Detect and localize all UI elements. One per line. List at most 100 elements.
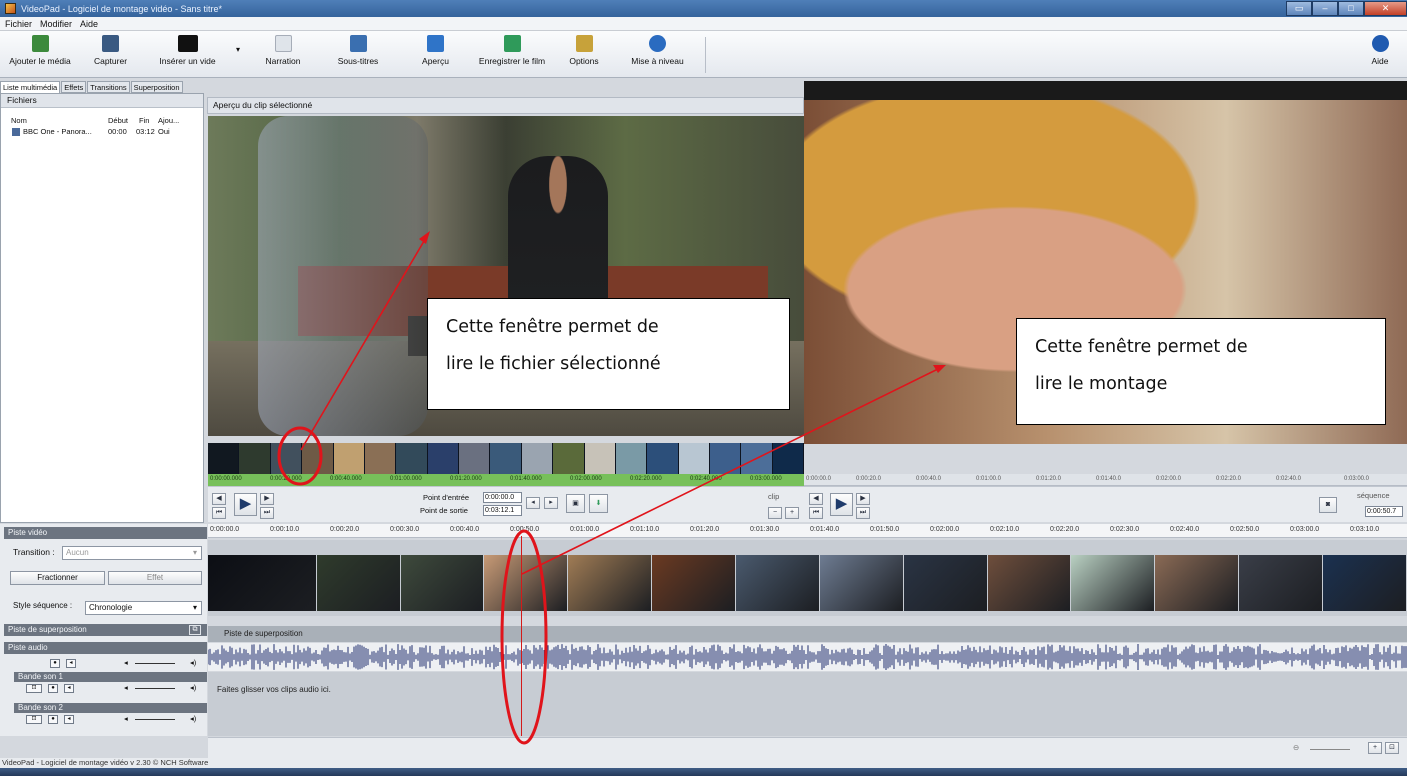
mute-icon[interactable]: ● (48, 715, 58, 724)
video-clip[interactable] (652, 555, 736, 611)
filmstrip-thumbnail[interactable] (302, 443, 333, 474)
clip-play-button[interactable]: ▶ (234, 493, 257, 516)
insert-blank-button[interactable]: Insérer un vide (150, 35, 225, 75)
record-icon[interactable]: ⊡ (26, 715, 42, 724)
speaker-icon[interactable]: ◂ (64, 684, 74, 693)
split-button[interactable]: Fractionner (10, 571, 105, 585)
restore-icon[interactable]: ▭ (1286, 1, 1312, 16)
help-button[interactable]: Aide (1365, 35, 1395, 75)
video-clip[interactable] (400, 555, 484, 611)
add-overlay-icon[interactable]: ⧉ (189, 625, 201, 635)
insert-blank-dropdown[interactable]: ▾ (233, 35, 243, 75)
mute-icon[interactable]: ● (50, 659, 60, 668)
video-clip[interactable] (987, 555, 1071, 611)
filmstrip-thumbnail[interactable] (647, 443, 678, 474)
sequence-frame-forward-button[interactable]: ▶ (856, 493, 870, 505)
filmstrip-thumbnail[interactable] (239, 443, 270, 474)
tab-transitions[interactable]: Transitions (87, 81, 130, 93)
add-media-button[interactable]: Ajouter le média (5, 35, 75, 75)
sequence-ruler[interactable]: 0:00:00.0 0:00:20.0 0:00:40.0 0:01:00.0 … (804, 474, 1407, 486)
menu-edit[interactable]: Modifier (40, 19, 72, 29)
filmstrip-thumbnail[interactable] (333, 443, 364, 474)
zoom-in-icon[interactable]: + (785, 507, 799, 519)
sequence-style-select[interactable]: Chronologie ▾ (85, 601, 202, 615)
overlay-track[interactable]: Piste de superposition (208, 626, 1407, 642)
upgrade-button[interactable]: Mise à niveau (620, 35, 695, 75)
volume-slider[interactable] (135, 719, 175, 720)
soundtrack2-track[interactable] (208, 708, 1407, 736)
filmstrip-thumbnail[interactable] (584, 443, 615, 474)
filmstrip-thumbnail[interactable] (364, 443, 396, 474)
in-point-field[interactable]: 0:00:00.0 (483, 492, 522, 503)
clip-ruler[interactable]: 0:00:00.000 0:00:20.000 0:00:40.000 0:01… (208, 474, 804, 486)
filmstrip-thumbnail[interactable] (710, 443, 741, 474)
filmstrip-thumbnail[interactable] (521, 443, 553, 474)
effect-button[interactable]: Effet (108, 571, 202, 585)
clip-filmstrip[interactable] (208, 443, 804, 474)
sequence-play-button[interactable]: ▶ (830, 493, 853, 516)
video-clip[interactable] (484, 555, 568, 611)
audio-track[interactable] (207, 643, 1407, 671)
zoom-out-icon[interactable]: − (768, 507, 782, 519)
timeline-ruler[interactable]: 0:00:00.0 0:00:10.0 0:00:20.0 0:00:30.0 … (208, 524, 1407, 538)
soundtrack1-track[interactable]: Faites glisser vos clips audio ici. (208, 672, 1407, 708)
clip-end-button[interactable]: ⏭ (260, 507, 274, 519)
sequence-time-field[interactable]: 0:00:50.7 (1365, 506, 1403, 517)
transition-select[interactable]: Aucun ▾ (62, 546, 202, 560)
zoom-out-icon[interactable]: ⊖ (1293, 743, 1299, 752)
video-clip[interactable] (208, 555, 316, 611)
filmstrip-thumbnail[interactable] (427, 443, 458, 474)
sequence-end-button[interactable]: ⏭ (856, 507, 870, 519)
maximize-button[interactable]: □ (1338, 1, 1364, 16)
filmstrip-thumbnail[interactable] (741, 443, 772, 474)
timeline-playhead[interactable] (521, 536, 522, 736)
options-button[interactable]: Options (564, 35, 604, 75)
mute-icon[interactable]: ● (48, 684, 58, 693)
video-clip[interactable] (316, 555, 400, 611)
speaker-icon[interactable]: ◂ (66, 659, 76, 668)
column-end[interactable]: Fin (139, 116, 149, 125)
filmstrip-thumbnail[interactable] (772, 443, 804, 474)
preview-button[interactable]: Aperçu (413, 35, 458, 75)
tab-effects[interactable]: Effets (61, 81, 87, 93)
add-to-sequence-button[interactable]: ▣ (566, 494, 585, 513)
filmstrip-thumbnail[interactable] (678, 443, 709, 474)
frame-forward-button[interactable]: ▶ (260, 493, 274, 505)
video-clip[interactable] (736, 555, 819, 611)
filmstrip-thumbnail[interactable] (615, 443, 647, 474)
video-clip[interactable] (1071, 555, 1155, 611)
video-clips-strip[interactable] (208, 555, 1407, 611)
capture-button[interactable]: Capturer (88, 35, 133, 75)
minimize-button[interactable]: – (1312, 1, 1338, 16)
filmstrip-thumbnail[interactable] (553, 443, 584, 474)
video-clip[interactable] (903, 555, 987, 611)
video-clip[interactable] (1155, 555, 1239, 611)
out-point-field[interactable]: 0:03:12.1 (483, 505, 522, 516)
set-out-point-button[interactable]: ▸ (544, 497, 558, 509)
speaker-icon[interactable]: ◂ (64, 715, 74, 724)
frame-back-button[interactable]: ◀ (212, 493, 226, 505)
record-icon[interactable]: ⊡ (26, 684, 42, 693)
subtitles-button[interactable]: Sous-titres (333, 35, 383, 75)
column-added[interactable]: Ajou... (158, 116, 179, 125)
list-item[interactable]: BBC One - Panora... 00:00 03:12 Oui (1, 127, 203, 138)
zoom-fit-icon[interactable]: ⊡ (1385, 742, 1399, 754)
tab-media-list[interactable]: Liste multimédia (0, 81, 61, 93)
close-button[interactable]: ✕ (1364, 1, 1407, 16)
set-in-point-button[interactable]: ◂ (526, 497, 540, 509)
sequence-start-button[interactable]: ⏮ (809, 507, 823, 519)
timeline-zoom-slider[interactable] (1310, 749, 1350, 750)
tab-overlay[interactable]: Superposition (130, 81, 183, 93)
column-name[interactable]: Nom (11, 116, 27, 125)
narration-button[interactable]: Narration (258, 35, 308, 75)
sequence-frame-back-button[interactable]: ◀ (809, 493, 823, 505)
volume-slider[interactable] (135, 663, 175, 664)
filmstrip-thumbnail[interactable] (490, 443, 521, 474)
video-clip[interactable] (568, 555, 652, 611)
place-in-sequence-button[interactable]: ⬇ (589, 494, 608, 513)
video-track[interactable] (208, 540, 1407, 616)
volume-slider[interactable] (135, 688, 175, 689)
column-start[interactable]: Début (108, 116, 128, 125)
video-clip[interactable] (1239, 555, 1323, 611)
clip-start-button[interactable]: ⏮ (212, 507, 226, 519)
